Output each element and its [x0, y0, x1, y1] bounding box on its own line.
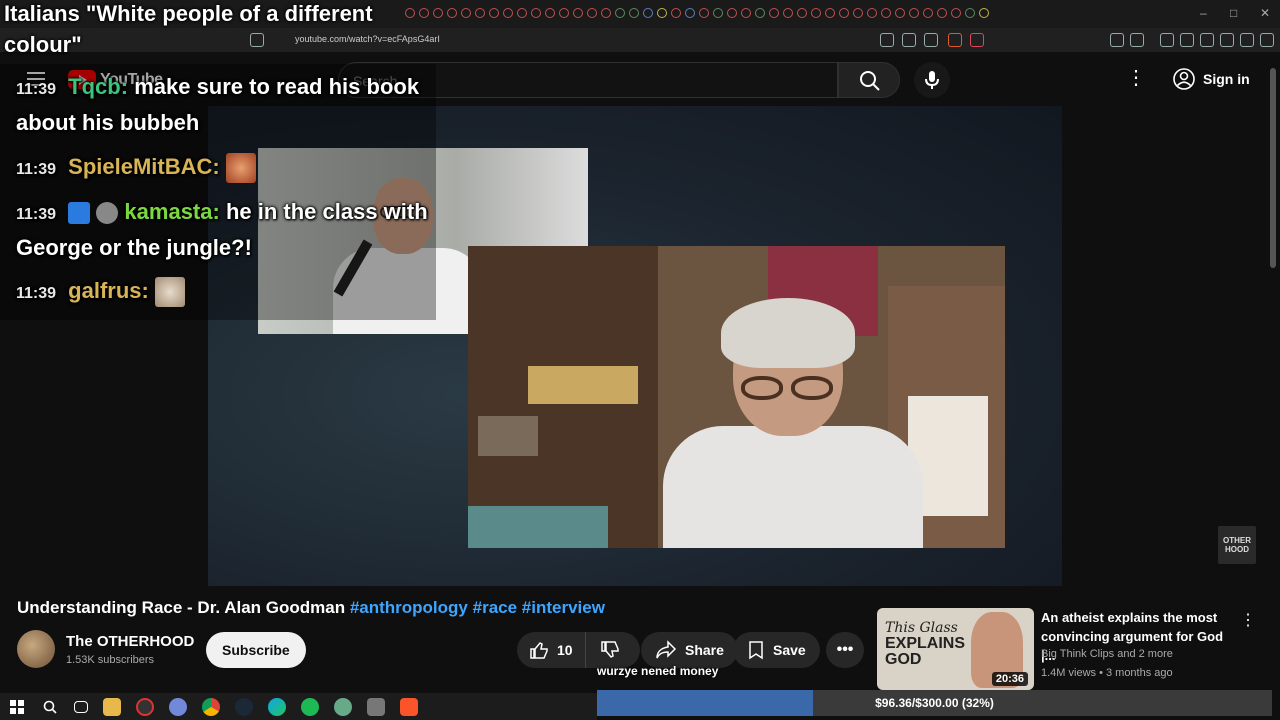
chat-username: kamasta:: [124, 199, 220, 224]
recommended-thumbnail[interactable]: This Glass EXPLAINS GOD 20:36: [877, 608, 1034, 690]
more-actions-button[interactable]: •••: [826, 632, 864, 668]
video-title-row: Understanding Race - Dr. Alan Goodman #a…: [17, 598, 605, 618]
donation-progress-text: $96.36/$300.00 (32%): [875, 696, 994, 710]
chrome-icon[interactable]: [202, 697, 220, 716]
app-icon[interactable]: [334, 697, 352, 716]
vpn-icon[interactable]: [1240, 33, 1254, 47]
donation-progress-bar: $96.36/$300.00 (32%): [597, 690, 1272, 716]
save-label: Save: [773, 642, 806, 658]
subscribe-button[interactable]: Subscribe: [206, 632, 306, 668]
account-icon: [1173, 68, 1195, 90]
thumbnail-text: This Glass EXPLAINS GOD: [885, 620, 966, 668]
more-horizontal-icon: •••: [836, 641, 854, 658]
brave-icon[interactable]: [400, 697, 418, 716]
subscriber-count: 1.53K subscribers: [66, 654, 155, 666]
brave-shield-icon[interactable]: [948, 33, 962, 47]
discord-icon[interactable]: [169, 697, 187, 716]
media-icon[interactable]: [1160, 33, 1174, 47]
channel-avatar[interactable]: [17, 630, 55, 668]
save-button[interactable]: Save: [733, 632, 820, 668]
minimize-icon[interactable]: –: [1200, 6, 1207, 20]
sign-in-label: Sign in: [1203, 71, 1250, 87]
leo-icon[interactable]: [1220, 33, 1234, 47]
recommended-menu-icon[interactable]: ⋮: [1240, 610, 1256, 630]
sign-in-button[interactable]: Sign in: [1160, 62, 1263, 96]
chat-message: 11:39 kamasta: he in the class with Geor…: [16, 195, 436, 264]
chat-message: 11:39 SpieleMitBAC:: [16, 150, 436, 186]
brave-rewards-icon[interactable]: [970, 33, 984, 47]
channel-watermark[interactable]: OTHER HOOD: [1218, 526, 1256, 564]
close-icon[interactable]: ✕: [1260, 6, 1270, 20]
browser-menu-icon[interactable]: [1260, 33, 1274, 47]
cat-emote-icon: [154, 277, 185, 308]
recommended-channel[interactable]: Big Think Clips and 2 more: [1041, 648, 1173, 660]
share-icon: [656, 640, 677, 659]
file-explorer-icon[interactable]: [103, 697, 121, 716]
search-button[interactable]: [838, 62, 900, 98]
wallet-icon[interactable]: [1200, 33, 1214, 47]
browser-tabs[interactable]: [405, 8, 989, 18]
chat-username: SpieleMitBAC:: [68, 154, 220, 179]
share-page-icon[interactable]: [924, 33, 938, 47]
channel-name[interactable]: The OTHERHOOD: [66, 633, 194, 650]
laughing-emote-icon: [225, 153, 256, 184]
stream-title-overlay: Italians "White people of a different co…: [4, 1, 373, 57]
spotify-icon[interactable]: [301, 697, 319, 716]
task-view-icon[interactable]: [74, 700, 88, 713]
share-label: Share: [685, 642, 724, 658]
windows-start-icon[interactable]: [8, 698, 26, 716]
badge-icon: [68, 202, 91, 225]
chat-timestamp: 11:39: [16, 206, 57, 223]
thumbs-up-icon: [530, 642, 548, 659]
chat-message: 11:39 Tqcb: make sure to read his book a…: [16, 70, 436, 139]
hashtag-link[interactable]: #anthropology: [350, 598, 468, 617]
chat-username: Tqcb:: [68, 74, 129, 99]
tab-search-icon[interactable]: [1130, 33, 1144, 47]
windows-taskbar: [0, 693, 597, 720]
like-button[interactable]: 10: [517, 632, 586, 668]
settings-kebab-icon[interactable]: ⋮: [1126, 68, 1146, 88]
scrollbar-thumb[interactable]: [1270, 68, 1276, 268]
chat-username: galfrus:: [68, 278, 149, 303]
zoom-icon[interactable]: [902, 33, 916, 47]
chat-timestamp: 11:39: [16, 81, 57, 98]
chat-timestamp: 11:39: [16, 285, 57, 302]
search-icon: [860, 71, 880, 91]
app-icon[interactable]: [367, 697, 385, 716]
video-title: Understanding Race - Dr. Alan Goodman: [17, 598, 346, 617]
guest-video-frame: [468, 246, 1005, 548]
recommended-meta: 1.4M views • 3 months ago: [1041, 667, 1173, 679]
donation-name: wurzye nened money: [597, 664, 719, 678]
like-dislike-group: 10: [517, 632, 640, 668]
chat-timestamp: 11:39: [16, 161, 57, 178]
screen-icon[interactable]: [880, 33, 894, 47]
extensions-icon[interactable]: [1110, 33, 1124, 47]
hashtag-link[interactable]: #interview: [522, 598, 605, 617]
avatar-emote-icon: [96, 202, 119, 225]
dislike-button[interactable]: [586, 632, 634, 668]
video-duration: 20:36: [991, 672, 1028, 686]
maximize-icon[interactable]: □: [1230, 6, 1237, 20]
share-button[interactable]: Share: [641, 632, 738, 668]
sidebar-icon[interactable]: [1180, 33, 1194, 47]
hashtag-link[interactable]: #race: [473, 598, 517, 617]
edge-icon[interactable]: [268, 697, 286, 716]
microphone-icon: [925, 71, 939, 89]
chat-message: 11:39 galfrus:: [16, 274, 436, 310]
search-taskbar-icon[interactable]: [41, 698, 59, 716]
obs-icon[interactable]: [136, 697, 154, 716]
voice-search-button[interactable]: [914, 62, 950, 98]
like-count: 10: [557, 642, 573, 658]
steam-icon[interactable]: [235, 697, 253, 716]
thumbs-down-icon: [600, 641, 619, 658]
bookmark-save-icon: [749, 641, 763, 660]
page-scrollbar[interactable]: [1268, 54, 1278, 690]
